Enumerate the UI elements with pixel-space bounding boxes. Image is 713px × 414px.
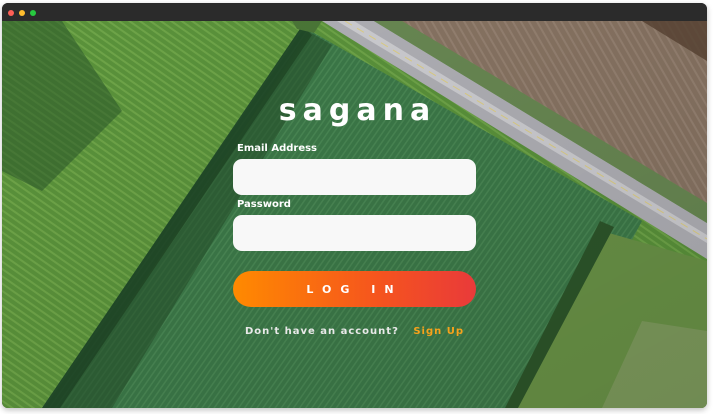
minimize-window-icon[interactable] <box>19 10 25 16</box>
signup-prompt-row: Don't have an account? Sign Up <box>2 326 707 337</box>
login-page: sagana Email Address Password LOG IN Don… <box>2 21 707 408</box>
maximize-window-icon[interactable] <box>30 10 36 16</box>
login-button[interactable]: LOG IN <box>233 271 476 307</box>
signup-prompt-text: Don't have an account? <box>244 326 399 337</box>
app-window: sagana Email Address Password LOG IN Don… <box>2 3 707 408</box>
password-label: Password <box>237 199 291 210</box>
password-field[interactable] <box>233 215 476 251</box>
email-field[interactable] <box>233 159 476 195</box>
email-label: Email Address <box>237 143 318 154</box>
brand-logo: sagana <box>278 93 437 128</box>
close-window-icon[interactable] <box>8 10 14 16</box>
title-bar <box>2 3 707 21</box>
signup-link[interactable]: Sign Up <box>413 326 464 337</box>
